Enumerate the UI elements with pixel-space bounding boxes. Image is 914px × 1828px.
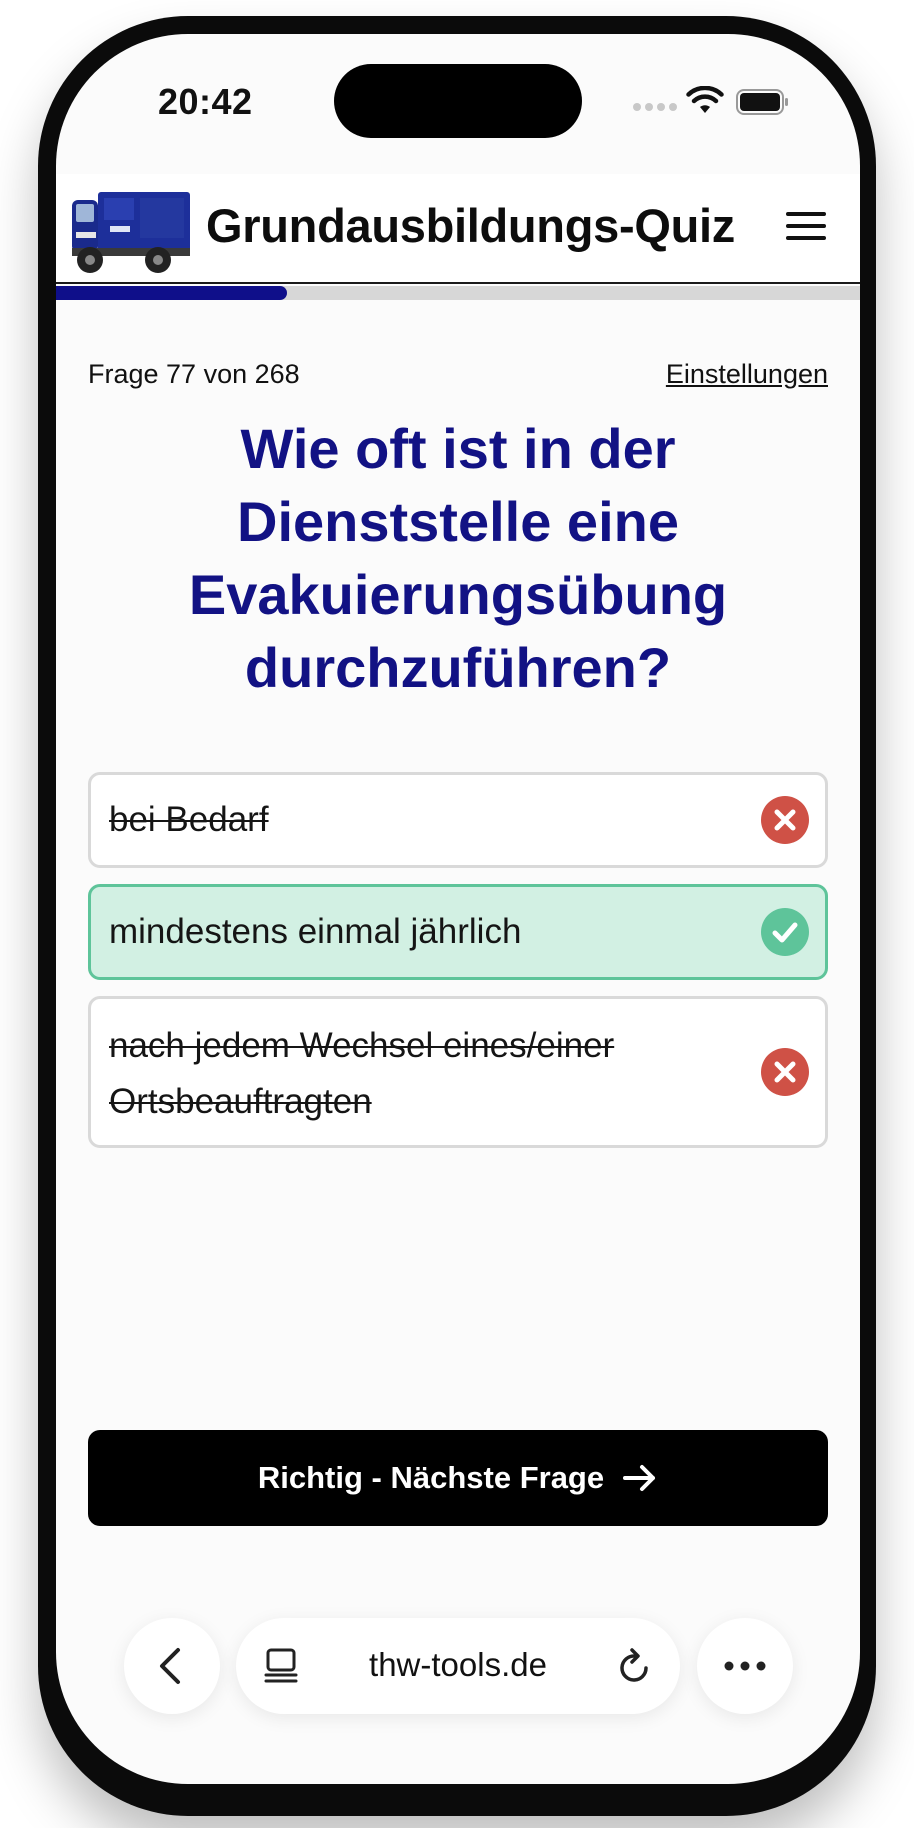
- dynamic-island: [334, 64, 582, 138]
- answer-text: mindestens einmal jährlich: [109, 912, 522, 951]
- check-icon: [761, 908, 809, 956]
- status-time: 20:42: [158, 81, 253, 122]
- wrong-icon: [761, 796, 809, 844]
- question-counter: Frage 77 von 268: [88, 359, 300, 389]
- quiz-progress-fill: [56, 286, 287, 300]
- more-dots-icon: [724, 1661, 766, 1671]
- address-bar[interactable]: thw-tools.de: [236, 1618, 680, 1714]
- tabs-icon[interactable]: [264, 1648, 298, 1684]
- settings-link[interactable]: Einstellungen: [666, 359, 828, 390]
- more-options-button[interactable]: [697, 1618, 793, 1714]
- hamburger-menu-icon[interactable]: [786, 210, 826, 242]
- arrow-right-icon: [623, 1465, 656, 1491]
- answer-option-1[interactable]: bei Bedarf: [88, 772, 828, 868]
- app-title: Grundausbildungs-Quiz: [206, 199, 735, 252]
- wifi-icon: [686, 86, 724, 113]
- next-question-button[interactable]: Richtig - Nächste Frage: [88, 1430, 828, 1526]
- chevron-left-icon: [160, 1648, 180, 1684]
- wrong-icon: [761, 1048, 809, 1096]
- answer-text: nach jedem Wechsel eines/einer Ortsbeauf…: [109, 1026, 615, 1121]
- answer-text: bei Bedarf: [109, 800, 269, 839]
- quiz-progress-bar: [56, 286, 860, 300]
- url-text[interactable]: thw-tools.de: [236, 1646, 680, 1684]
- fire-truck-logo[interactable]: [70, 186, 192, 278]
- cellular-signal-icon: [633, 103, 677, 113]
- next-question-label: Richtig - Nächste Frage: [257, 1460, 605, 1495]
- answer-option-2[interactable]: mindestens einmal jährlich: [88, 884, 828, 980]
- battery-icon: [736, 89, 788, 115]
- app-header: Grundausbildungs-Quiz: [56, 174, 860, 284]
- reload-icon[interactable]: [616, 1646, 654, 1686]
- phone-screen: 20:42 Grundausbildungs-Quiz Frage 77 von…: [56, 34, 860, 1784]
- browser-back-button[interactable]: [124, 1618, 220, 1714]
- question-title: Wie oft ist in der Dienststelle eine Eva…: [188, 417, 728, 699]
- answer-option-3[interactable]: nach jedem Wechsel eines/einer Ortsbeauf…: [88, 996, 828, 1148]
